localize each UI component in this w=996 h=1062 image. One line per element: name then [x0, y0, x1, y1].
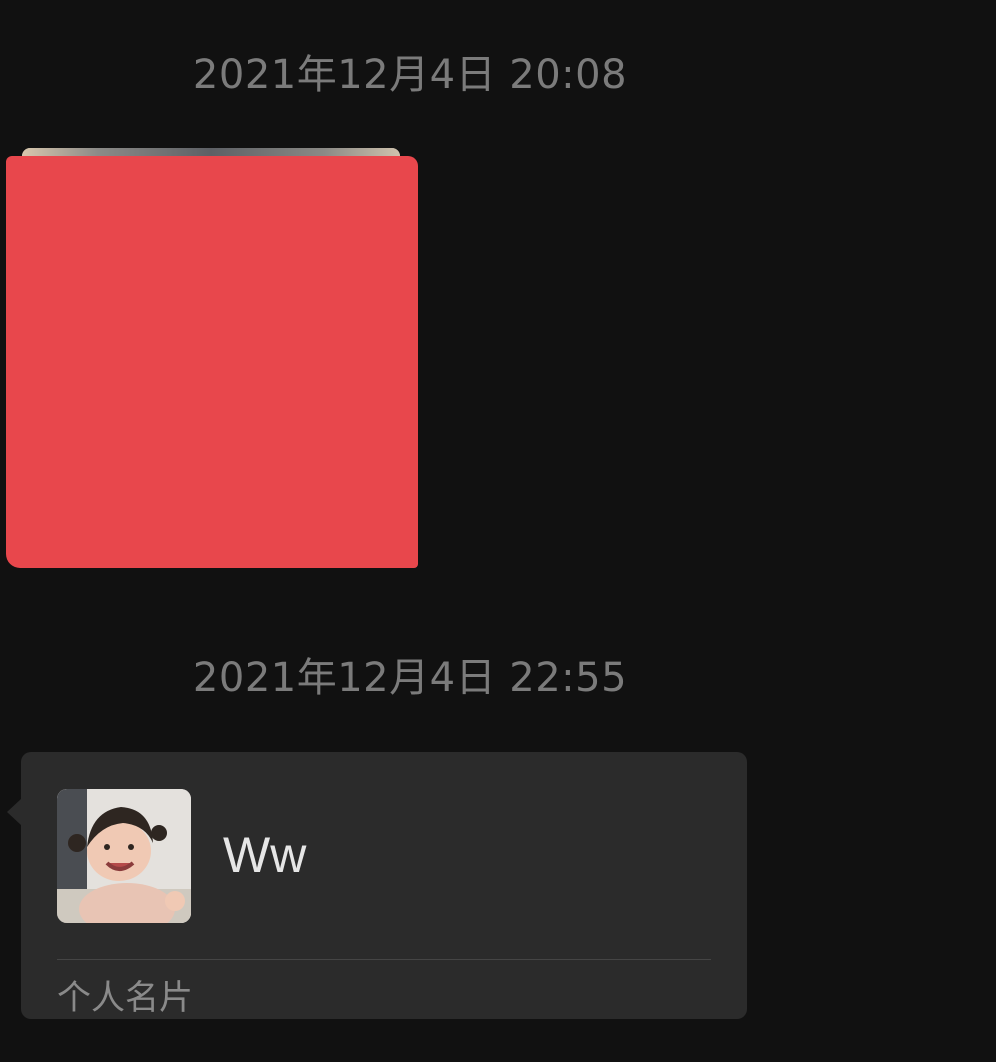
redaction-overlay — [6, 156, 418, 568]
message-timestamp: 2021年12月4日 22:55 — [192, 655, 628, 701]
card-divider — [57, 959, 711, 960]
chat-screen: 2021年12月4日 20:08 2021年12月4日 22:55 Ww 个人名… — [0, 0, 996, 1062]
contact-card-message[interactable]: Ww 个人名片 — [21, 752, 747, 1019]
child-photo-icon — [57, 789, 191, 923]
avatar — [57, 789, 191, 923]
contact-name: Ww — [223, 827, 307, 883]
message-timestamp: 2021年12月4日 20:08 — [192, 52, 628, 98]
card-type-label: 个人名片 — [57, 978, 193, 1018]
bubble-tail — [7, 799, 21, 825]
